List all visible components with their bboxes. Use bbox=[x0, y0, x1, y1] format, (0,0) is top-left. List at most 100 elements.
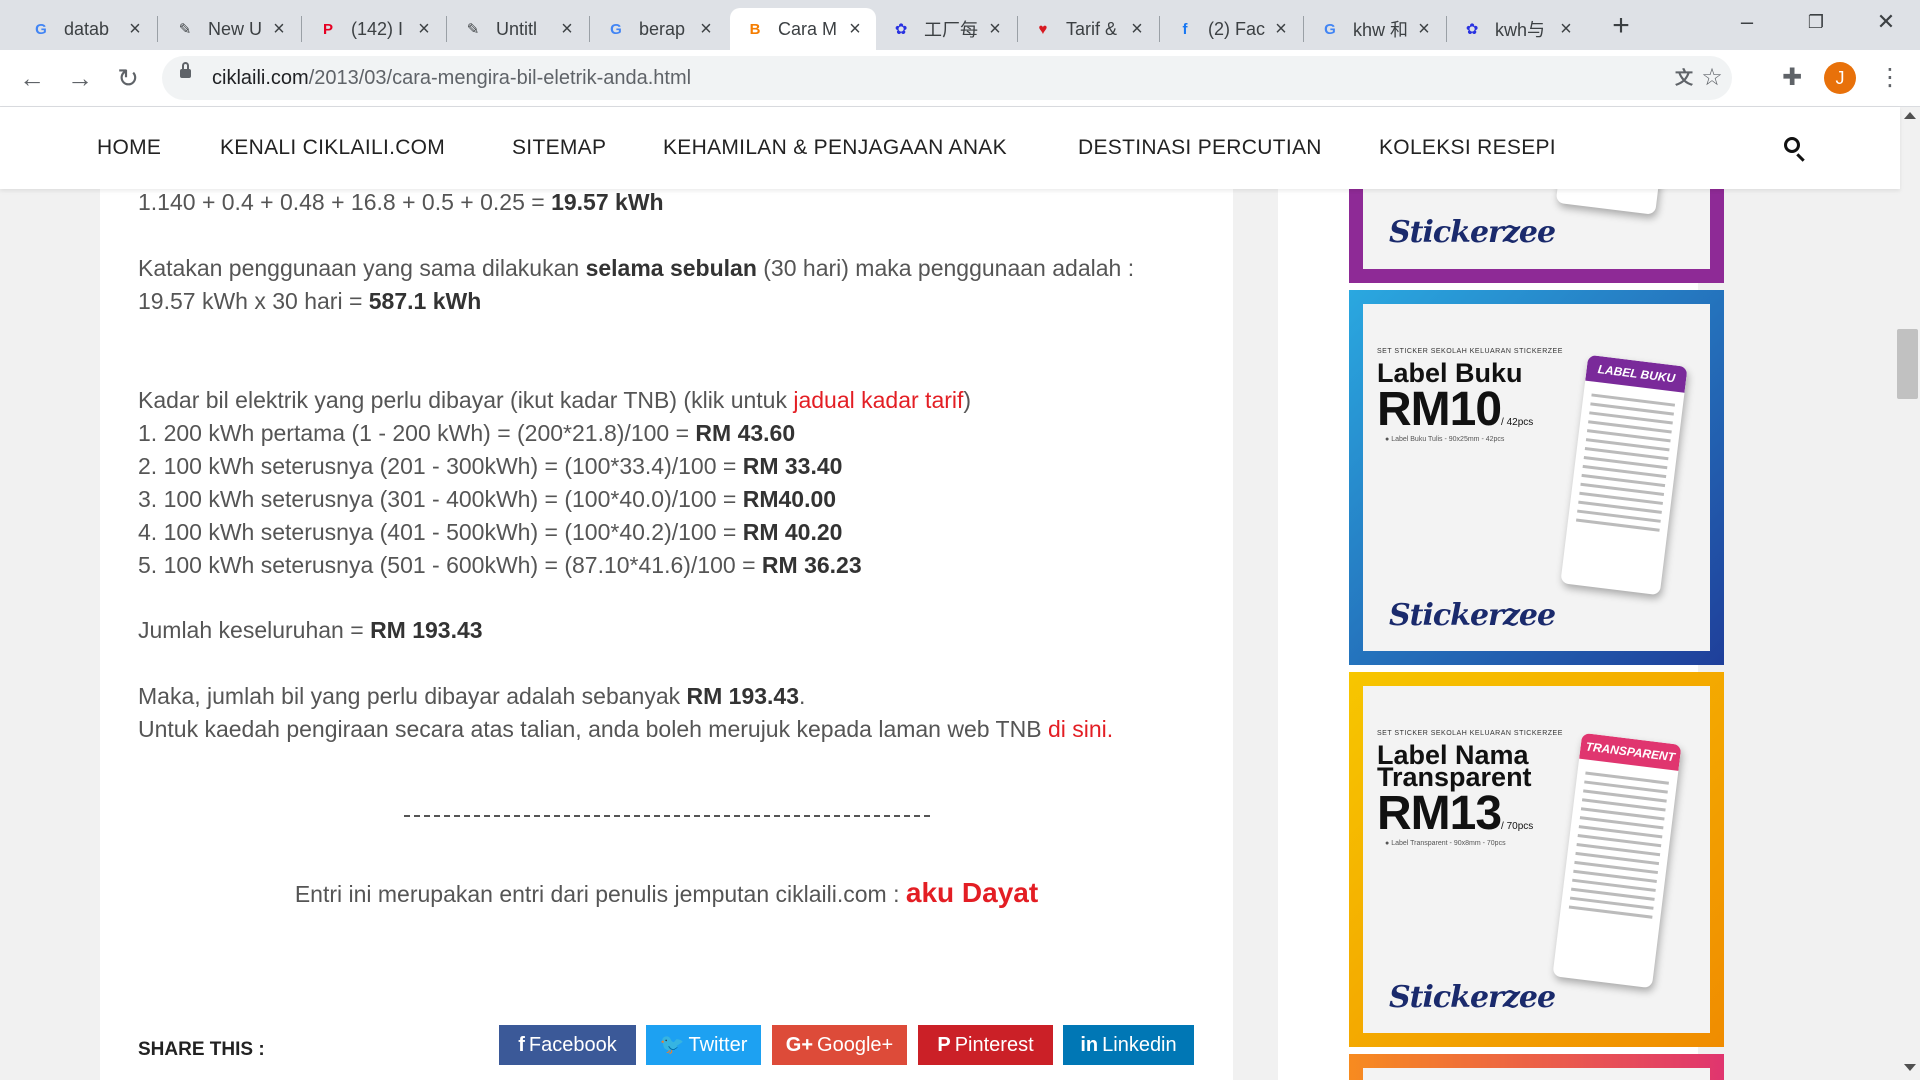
browser-tab[interactable]: ✎ Untitl × bbox=[448, 8, 588, 50]
browser-tab[interactable]: P (142) I × bbox=[303, 8, 445, 50]
reload-button[interactable]: ↻ bbox=[112, 62, 144, 94]
sidebar-ad-stickerzee-top[interactable]: Stickerzee bbox=[1349, 189, 1724, 283]
close-window-button[interactable]: ✕ bbox=[1856, 6, 1916, 38]
share-button-label: Facebook bbox=[528, 1034, 617, 1056]
nav-item-sitemap[interactable]: SITEMAP bbox=[512, 136, 606, 160]
tnb-website-link[interactable]: di sini bbox=[1048, 716, 1107, 742]
tab-title: datab bbox=[64, 18, 110, 39]
energy-sum-line: 1.140 + 0.4 + 0.48 + 16.8 + 0.5 + 0.25 =… bbox=[138, 189, 664, 215]
tariff-table-link[interactable]: jadual kadar tarif bbox=[793, 387, 963, 413]
tab-close-icon[interactable]: × bbox=[1413, 18, 1435, 41]
browser-tab[interactable]: Gkhw 和 × bbox=[1305, 8, 1445, 50]
bookmark-star-icon[interactable]: ☆ bbox=[1698, 64, 1726, 92]
page-scrollbar[interactable] bbox=[1900, 107, 1920, 1080]
share-google-button[interactable]: G+ Google+ bbox=[772, 1025, 907, 1065]
browser-tab[interactable]: f (2) Fac × bbox=[1160, 8, 1302, 50]
share-twitter-button[interactable]: 🐦 Twitter bbox=[646, 1025, 761, 1065]
ad-kicker: SET STICKER SEKOLAH KELUARAN STICKERZEE bbox=[1377, 730, 1563, 737]
brush-icon: ✎ bbox=[178, 21, 192, 38]
share-linkedin-button[interactable]: in Linkedin bbox=[1063, 1025, 1194, 1065]
nav-item-kehamilan-penjagaan-anak[interactable]: KEHAMILAN & PENJAGAAN ANAK bbox=[663, 136, 1007, 160]
tab-close-icon[interactable]: × bbox=[695, 18, 717, 41]
tab-separator bbox=[446, 16, 447, 42]
tab-close-icon[interactable]: × bbox=[1555, 18, 1577, 41]
facebook-icon: f bbox=[518, 1034, 525, 1056]
author-link[interactable]: aku Dayat bbox=[906, 877, 1038, 908]
translate-icon[interactable]: 文 bbox=[1670, 64, 1698, 92]
tab-close-icon[interactable]: × bbox=[268, 18, 290, 41]
tab-title: New U bbox=[208, 18, 263, 39]
nav-item-destinasi-percutian[interactable]: DESTINASI PERCUTIAN bbox=[1078, 136, 1322, 160]
facebook-icon: f bbox=[1182, 20, 1188, 38]
tab-close-icon[interactable]: × bbox=[1270, 18, 1292, 41]
tab-close-icon[interactable]: × bbox=[984, 18, 1006, 41]
stickerzee-logo: Stickerzee bbox=[1389, 215, 1556, 250]
tab-close-icon[interactable]: × bbox=[556, 18, 578, 41]
tab-title: (142) I bbox=[351, 18, 404, 39]
browser-toolbar: ← → ↻ ciklaili.com/2013/03/cara-mengira-… bbox=[0, 50, 1920, 107]
share-facebook-button[interactable]: f Facebook bbox=[499, 1025, 636, 1065]
share-pinterest-button[interactable]: P Pinterest bbox=[918, 1025, 1053, 1065]
tab-title: Cara M bbox=[778, 18, 838, 39]
twitter-icon: 🐦 bbox=[659, 1034, 685, 1056]
tab-close-icon[interactable]: × bbox=[124, 18, 146, 41]
browser-tab[interactable]: Gdatab × bbox=[16, 8, 156, 50]
scrollbar-thumb[interactable] bbox=[1897, 329, 1918, 399]
tab-separator bbox=[157, 16, 158, 42]
browser-tab[interactable]: ✎ New U × bbox=[160, 8, 300, 50]
google-icon: G+ bbox=[785, 1034, 814, 1056]
profile-avatar[interactable]: J bbox=[1824, 62, 1856, 94]
google-icon: G bbox=[35, 20, 47, 38]
browser-tab[interactable]: B Cara M × bbox=[730, 8, 876, 50]
nav-item-home[interactable]: HOME bbox=[97, 136, 161, 160]
google-icon: G bbox=[610, 20, 622, 38]
browser-tab[interactable]: Gberap × bbox=[591, 8, 727, 50]
scroll-down-arrow-icon[interactable] bbox=[1904, 1064, 1916, 1071]
tab-close-icon[interactable]: × bbox=[1126, 18, 1148, 41]
ad-title: Label Nama Transparent bbox=[1377, 740, 1532, 792]
search-icon[interactable] bbox=[1784, 137, 1800, 153]
tariff-tier: 1. 200 kWh pertama (1 - 200 kWh) = (200*… bbox=[138, 420, 796, 446]
nav-item-kenali-ciklaili-com[interactable]: KENALI CIKLAILI.COM bbox=[220, 136, 445, 160]
tab-title: Untitl bbox=[496, 18, 538, 39]
tab-close-icon[interactable]: × bbox=[844, 18, 866, 41]
nav-item-koleksi-resepi[interactable]: KOLEKSI RESEPI bbox=[1379, 136, 1556, 160]
sidebar-ad-label-transparent[interactable]: SET STICKER SEKOLAH KELUARAN STICKERZEE … bbox=[1349, 672, 1724, 1047]
ad-kicker: SET STICKER SEKOLAH KELUARAN STICKERZEE bbox=[1377, 348, 1563, 355]
site-navigation: HOME KENALI CIKLAILI.COM SITEMAP KEHAMILAN … bbox=[0, 107, 1900, 189]
share-button-label: Linkedin bbox=[1102, 1034, 1177, 1056]
back-button[interactable]: ← bbox=[16, 62, 48, 94]
baidu-icon: ✿ bbox=[894, 21, 908, 38]
ad-price: RM10/ 42pcs bbox=[1377, 383, 1534, 436]
browser-tab[interactable]: ✿ kwh与 × bbox=[1447, 8, 1587, 50]
brush-icon: ✎ bbox=[466, 21, 480, 38]
forward-button[interactable]: → bbox=[64, 62, 96, 94]
tab-separator bbox=[589, 16, 590, 42]
menu-kebab-icon[interactable]: ⋮ bbox=[1874, 62, 1906, 94]
new-tab-button[interactable]: + bbox=[1604, 10, 1638, 44]
url-text: ciklaili.com/2013/03/cara-mengira-bil-el… bbox=[212, 67, 692, 89]
tnb-icon: ♥ bbox=[1038, 20, 1048, 38]
ad-price: RM13/ 70pcs bbox=[1377, 787, 1534, 840]
tab-title: kwh与 bbox=[1495, 20, 1546, 40]
sidebar-ad-next[interactable] bbox=[1349, 1054, 1724, 1080]
scroll-up-arrow-icon[interactable] bbox=[1904, 112, 1916, 119]
tariff-tier: 3. 100 kWh seterusnya (301 - 400kWh) = (… bbox=[138, 486, 837, 512]
minimize-button[interactable]: – bbox=[1717, 6, 1777, 38]
ad-bullet: ● Label Transparent - 90x8mm - 70pcs bbox=[1385, 840, 1506, 847]
address-bar[interactable]: ciklaili.com/2013/03/cara-mengira-bil-el… bbox=[162, 56, 1732, 100]
tariff-tier: 4. 100 kWh seterusnya (401 - 500kWh) = (… bbox=[138, 519, 843, 545]
restore-button[interactable]: ❐ bbox=[1786, 6, 1846, 38]
browser-tab[interactable]: ♥ Tarif & × bbox=[1018, 8, 1158, 50]
blogger-icon: B bbox=[749, 20, 761, 38]
lock-icon bbox=[180, 62, 191, 78]
pinterest-icon: P bbox=[322, 20, 333, 38]
tariff-tier: 5. 100 kWh seterusnya (501 - 600kWh) = (… bbox=[138, 552, 862, 578]
stickerzee-logo: Stickerzee bbox=[1389, 980, 1556, 1015]
extensions-icon[interactable]: ✚ bbox=[1776, 62, 1808, 94]
browser-tab[interactable]: ✿ 工厂每 × bbox=[876, 8, 1016, 50]
tariff-paragraph: Kadar bil elektrik yang perlu dibayar (i… bbox=[138, 384, 1195, 582]
share-button-label: Twitter bbox=[688, 1034, 748, 1056]
tab-close-icon[interactable]: × bbox=[413, 18, 435, 41]
sidebar-ad-label-buku[interactable]: SET STICKER SEKOLAH KELUARAN STICKERZEE … bbox=[1349, 290, 1724, 665]
